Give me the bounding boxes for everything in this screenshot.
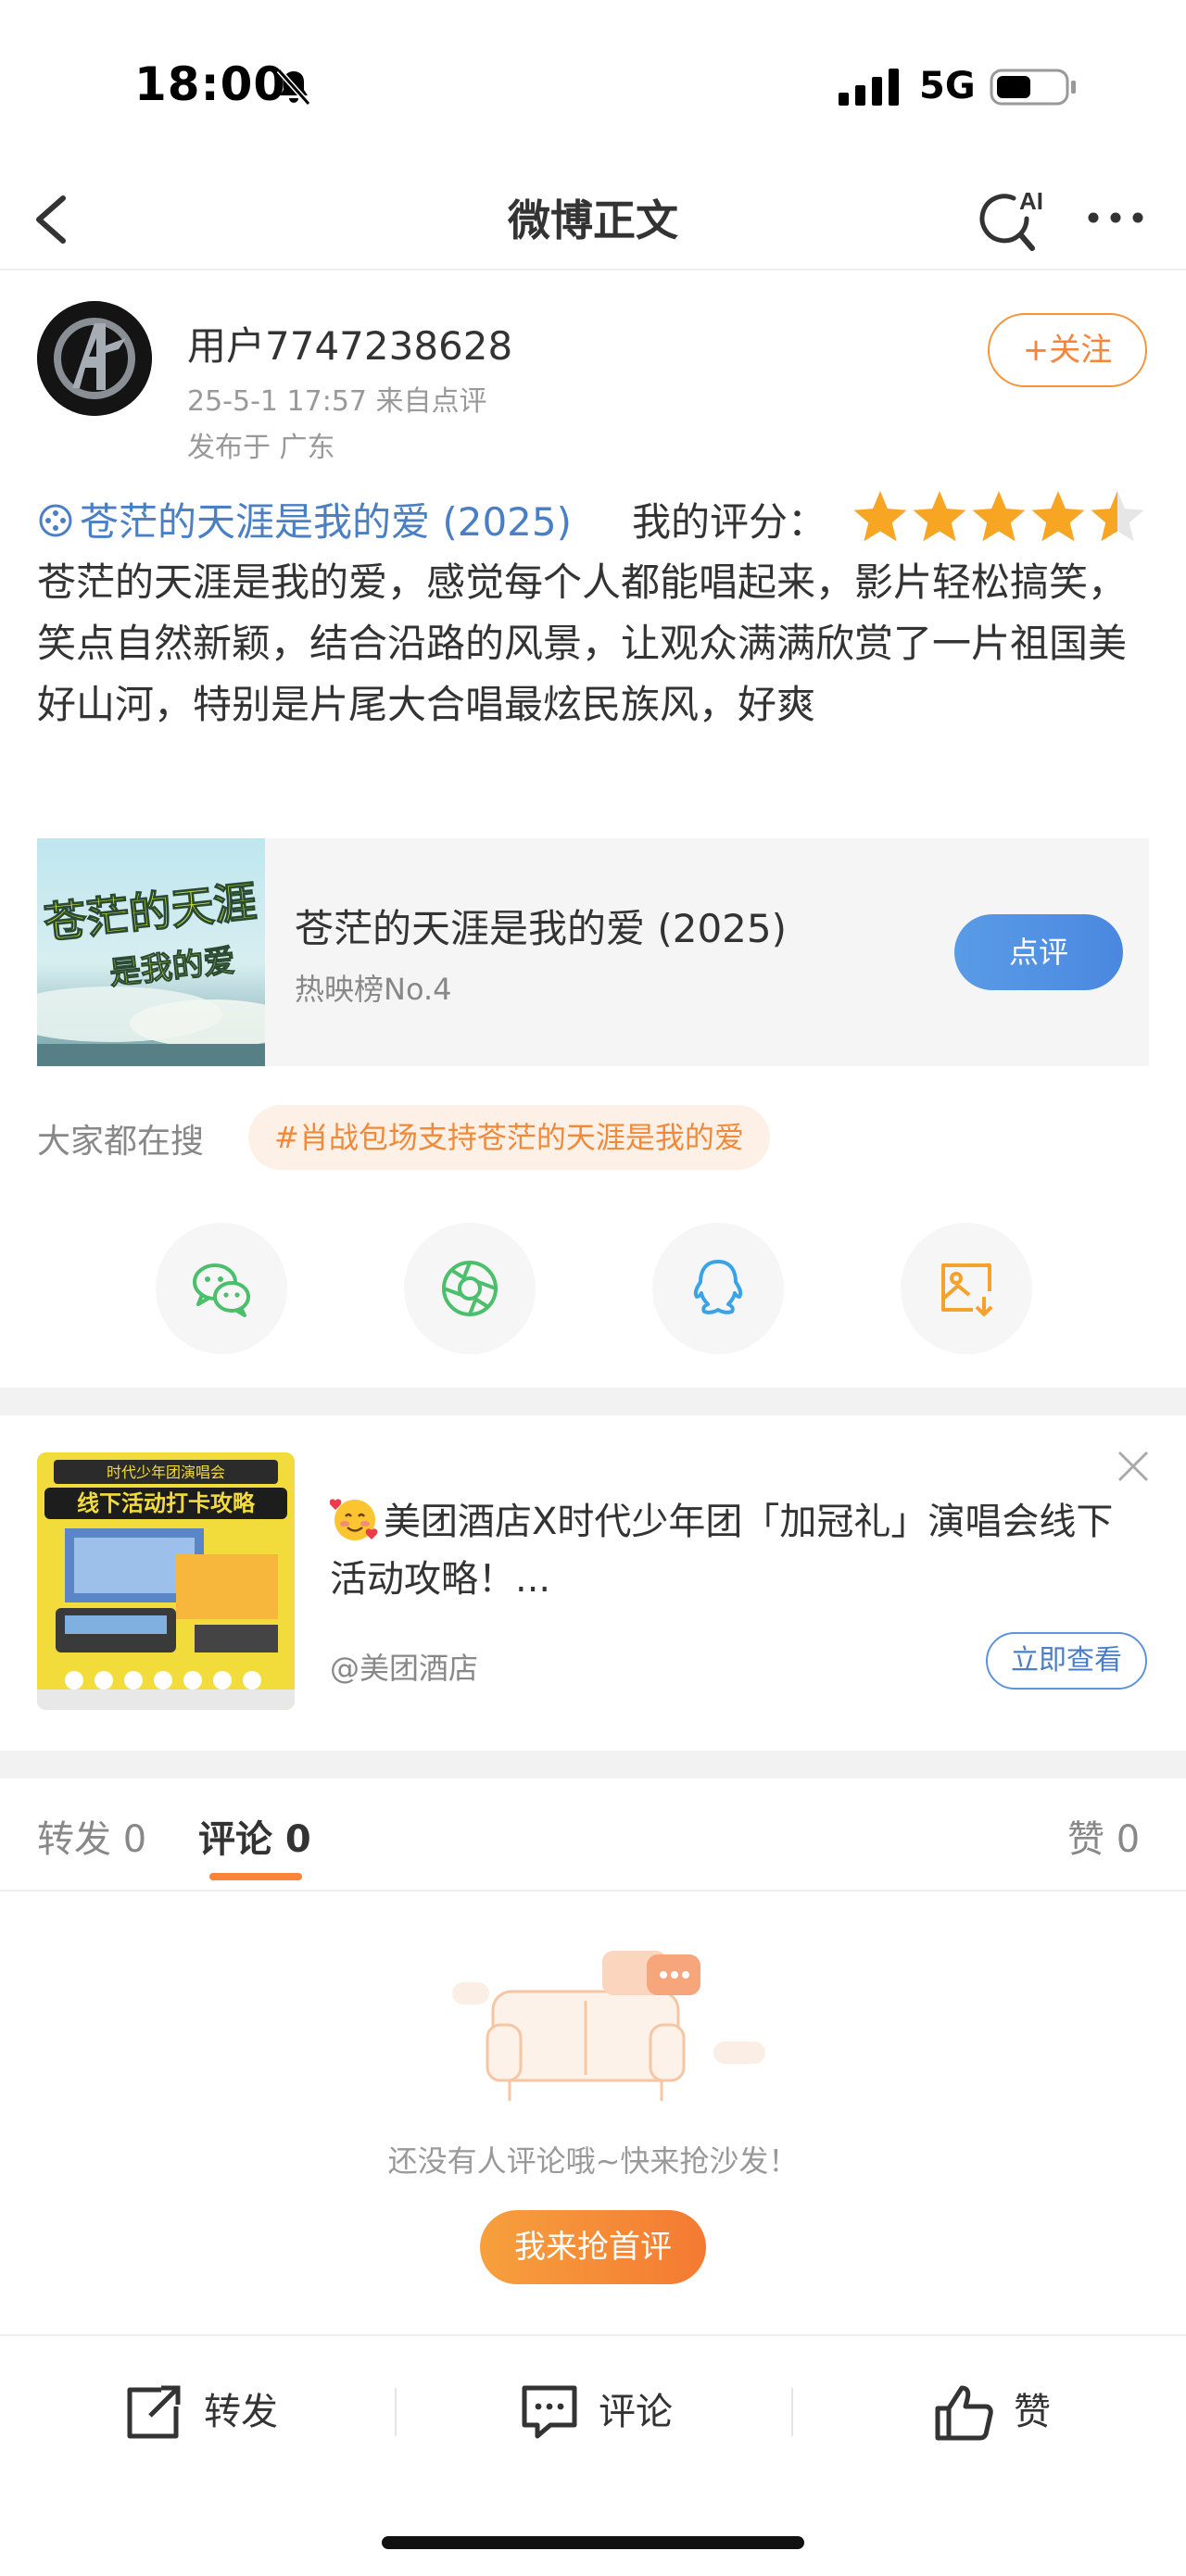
rating-star: [913, 491, 966, 542]
smiling-hearts-emoji-icon: [330, 1499, 378, 1540]
nav-bar: 微博正文 AI: [0, 167, 1186, 270]
ad-source[interactable]: @美团酒店: [330, 1645, 478, 1688]
save-image-button[interactable]: [901, 1223, 1032, 1354]
ai-search-icon: AI: [979, 187, 1043, 251]
follow-button[interactable]: +关注: [988, 313, 1147, 387]
ad-image[interactable]: 时代少年团演唱会 线下活动打卡攻略: [37, 1452, 295, 1710]
comment-icon: [522, 2385, 577, 2439]
empty-comments-text: 还没有人评论哦~快来抢沙发！: [387, 2143, 799, 2179]
rating-stars: [853, 491, 1144, 542]
rating-star: [1091, 491, 1144, 542]
repost-icon: [127, 2385, 181, 2439]
trending-search-label: 大家都在搜: [37, 1123, 205, 1161]
home-indicator: [382, 2536, 804, 2549]
repost-button[interactable]: 转发: [124, 2382, 291, 2442]
share-moments-button[interactable]: [404, 1223, 536, 1354]
ai-search-button[interactable]: AI: [978, 180, 1051, 256]
bar-separator: [395, 2388, 397, 2436]
battery-icon: [990, 69, 1076, 106]
movie-card-rank: 热映榜No.4: [295, 972, 452, 1007]
thumbs-up-icon: [935, 2385, 993, 2441]
repost-label: 转发: [204, 2391, 278, 2433]
like-button[interactable]: 赞: [934, 2382, 1064, 2442]
share-qq-button[interactable]: [652, 1223, 784, 1354]
first-comment-button[interactable]: 我来抢首评: [480, 2210, 706, 2284]
moments-icon: [442, 1261, 498, 1316]
share-row: [0, 1223, 1186, 1362]
status-bar: 18:00 5G: [0, 0, 1186, 167]
movie-link-label: 苍茫的天涯是我的爱 (2025): [80, 499, 573, 545]
section-divider: [0, 1388, 1186, 1415]
movie-card[interactable]: 苍茫的天涯 是我的爱 苍茫的天涯是我的爱 (2025) 热映榜No.4 点评: [37, 838, 1149, 1066]
like-label: 赞: [1014, 2391, 1051, 2433]
bottom-action-bar: 转发 评论 赞: [0, 2334, 1186, 2482]
network-type: 5G: [919, 65, 976, 107]
comment-button[interactable]: 评论: [519, 2382, 686, 2442]
rating-star: [853, 491, 907, 542]
section-divider: [0, 1751, 1186, 1778]
avengers-logo-icon: [37, 301, 152, 416]
ad-text-label: 美团酒店X时代少年团「加冠礼」演唱会线下活动攻略！...: [330, 1501, 1114, 1601]
more-icon[interactable]: [1084, 202, 1147, 233]
mute-bell-icon: [276, 69, 311, 106]
close-icon[interactable]: [1112, 1445, 1154, 1488]
share-wechat-button[interactable]: [156, 1223, 287, 1354]
review-button[interactable]: 点评: [954, 914, 1123, 990]
movie-link[interactable]: 苍茫的天涯是我的爱 (2025): [37, 491, 572, 547]
post-body: 苍茫的天涯是我的爱，感觉每个人都能唱起来，影片轻松搞笑，笑点自然新颖，结合沿路的…: [37, 559, 1128, 727]
movie-poster: 苍茫的天涯 是我的爱: [37, 838, 265, 1066]
rating-label: 我的评分：: [632, 499, 827, 545]
movie-card-title: 苍茫的天涯是我的爱 (2025): [295, 906, 788, 951]
view-now-button[interactable]: 立即查看: [986, 1632, 1147, 1690]
rating-row: 苍茫的天涯是我的爱 (2025) 我的评分：: [37, 491, 1158, 547]
sofa-illustration-icon: [452, 1951, 765, 2101]
post-meta: 25-5-1 17:57 来自点评: [187, 385, 487, 418]
ad-text[interactable]: 美团酒店X时代少年团「加冠礼」演唱会线下活动攻略！...: [330, 1493, 1145, 1608]
rating-star: [1031, 491, 1085, 542]
post-location: 发布于 广东: [187, 432, 335, 464]
username[interactable]: 用户7747238628: [187, 315, 512, 371]
avatar[interactable]: [37, 301, 152, 416]
tab-reposts[interactable]: 转发 0: [37, 1809, 146, 1863]
ad-image-banner: 线下活动打卡攻略: [77, 1490, 256, 1516]
wechat-icon: [193, 1263, 250, 1317]
rating-star: [972, 491, 1026, 542]
status-time: 18:00: [134, 57, 287, 111]
tab-likes[interactable]: 赞 0: [1067, 1809, 1140, 1863]
film-reel-icon: [39, 504, 72, 537]
active-tab-indicator: [209, 1873, 302, 1880]
tab-divider: [0, 1890, 1186, 1891]
ai-label: AI: [1019, 187, 1043, 215]
comment-label: 评论: [599, 2391, 673, 2433]
bar-separator: [791, 2388, 793, 2436]
trending-search-tag[interactable]: #肖战包场支持苍茫的天涯是我的爱: [248, 1105, 770, 1170]
tab-comments[interactable]: 评论 0: [198, 1809, 311, 1863]
qq-icon: [693, 1260, 743, 1314]
ad-image-caption: 时代少年团演唱会: [107, 1464, 225, 1481]
save-image-icon: [941, 1263, 993, 1316]
signal-icon: [839, 69, 899, 106]
